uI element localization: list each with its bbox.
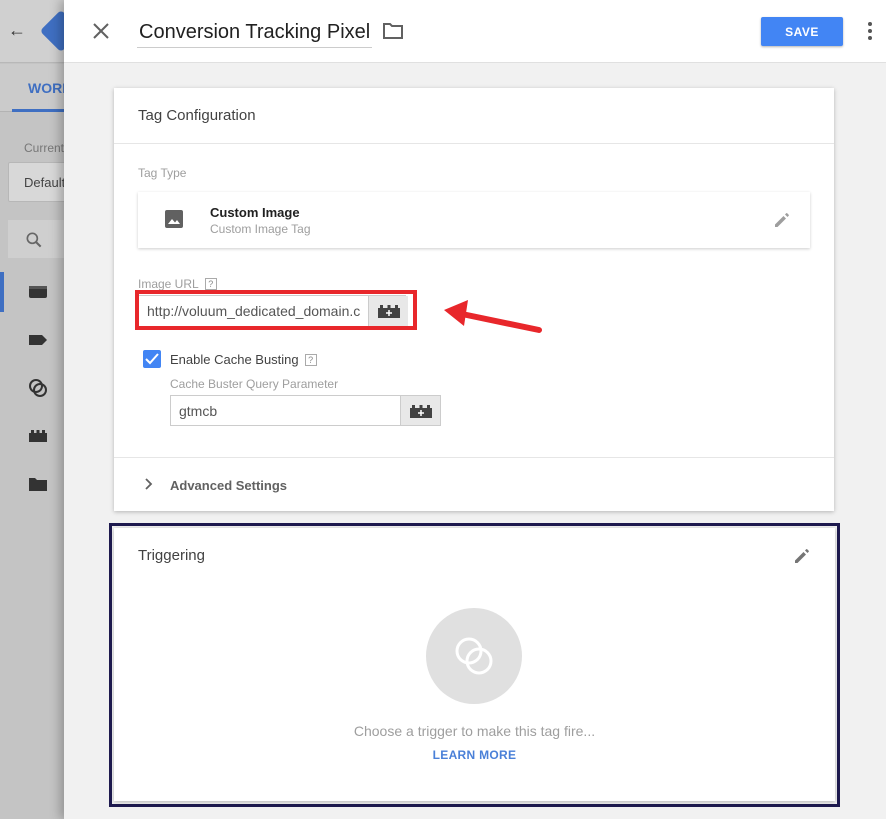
image-icon bbox=[165, 210, 183, 228]
chevron-right-icon bbox=[145, 478, 153, 490]
tag-configuration-card: Tag Configuration Tag Type Custom Image … bbox=[114, 88, 834, 511]
tag-type-selector[interactable]: Custom Image Custom Image Tag bbox=[138, 192, 810, 248]
tag-name-text: Conversion Tracking Pixel bbox=[139, 21, 371, 43]
advanced-settings-toggle[interactable]: Advanced Settings bbox=[114, 457, 834, 511]
pencil-icon[interactable] bbox=[792, 546, 812, 566]
cache-busting-label-row: Enable Cache Busting? bbox=[170, 352, 317, 367]
more-vert-dot bbox=[868, 29, 872, 33]
cache-busting-label: Enable Cache Busting bbox=[170, 352, 299, 367]
learn-more-link[interactable]: LEARN MORE bbox=[114, 748, 835, 762]
close-icon bbox=[93, 23, 109, 39]
variable-add-icon bbox=[410, 405, 432, 418]
tab-underline bbox=[12, 109, 72, 112]
tag-name-input[interactable]: Conversion Tracking Pixel bbox=[137, 16, 373, 48]
advanced-settings-label: Advanced Settings bbox=[170, 478, 288, 493]
tag-icon[interactable] bbox=[28, 333, 48, 347]
image-url-field-group bbox=[138, 295, 408, 327]
save-button[interactable]: SAVE bbox=[761, 17, 843, 46]
image-url-input[interactable] bbox=[139, 296, 369, 326]
cache-param-input[interactable] bbox=[171, 396, 399, 425]
variable-icon[interactable] bbox=[28, 429, 48, 443]
tag-configuration-title: Tag Configuration bbox=[138, 107, 256, 124]
folder-button[interactable] bbox=[382, 21, 404, 46]
image-url-label-row: Image URL? bbox=[138, 277, 217, 291]
checkmark-icon bbox=[145, 353, 159, 365]
back-arrow-icon[interactable]: ← bbox=[8, 20, 26, 41]
variable-add-icon bbox=[378, 305, 400, 318]
triggering-title: Triggering bbox=[138, 547, 205, 564]
folder-outline-icon bbox=[383, 23, 403, 39]
cache-busting-checkbox[interactable] bbox=[143, 350, 161, 368]
add-trigger-button[interactable] bbox=[426, 608, 522, 704]
pencil-icon[interactable] bbox=[772, 210, 792, 230]
variable-picker-button[interactable] bbox=[368, 296, 408, 326]
trigger-icon bbox=[455, 637, 493, 675]
card-divider bbox=[114, 143, 834, 144]
help-icon[interactable]: ? bbox=[204, 278, 217, 290]
triggering-card[interactable]: Triggering Choose a trigger to make this… bbox=[114, 528, 835, 801]
close-button[interactable] bbox=[88, 18, 114, 44]
tag-type-label: Tag Type bbox=[138, 166, 187, 180]
search-icon bbox=[26, 232, 42, 248]
workspace-value: Default bbox=[24, 175, 66, 190]
tag-type-subtitle: Custom Image Tag bbox=[210, 222, 311, 236]
folder-icon[interactable] bbox=[28, 476, 48, 492]
more-vert-icon bbox=[868, 22, 872, 26]
image-url-label: Image URL bbox=[138, 277, 199, 291]
trigger-empty-text: Choose a trigger to make this tag fire..… bbox=[353, 723, 596, 739]
variable-picker-button[interactable] bbox=[400, 396, 440, 425]
panel-header: Conversion Tracking Pixel SAVE bbox=[64, 0, 886, 63]
cache-param-field-group bbox=[170, 395, 441, 426]
cache-param-label: Cache Buster Query Parameter bbox=[170, 377, 339, 391]
sidebar-selected-indicator bbox=[0, 272, 4, 312]
tag-editor-panel: Conversion Tracking Pixel SAVE Tag Confi… bbox=[64, 0, 886, 819]
current-workspace-label: Current bbox=[24, 141, 65, 155]
more-vert-dot bbox=[868, 36, 872, 40]
tags-overview-icon[interactable] bbox=[28, 284, 48, 300]
trigger-icon[interactable] bbox=[28, 378, 48, 398]
more-options-button[interactable] bbox=[866, 22, 874, 42]
help-icon[interactable]: ? bbox=[304, 354, 317, 366]
tag-type-name: Custom Image bbox=[210, 205, 300, 220]
